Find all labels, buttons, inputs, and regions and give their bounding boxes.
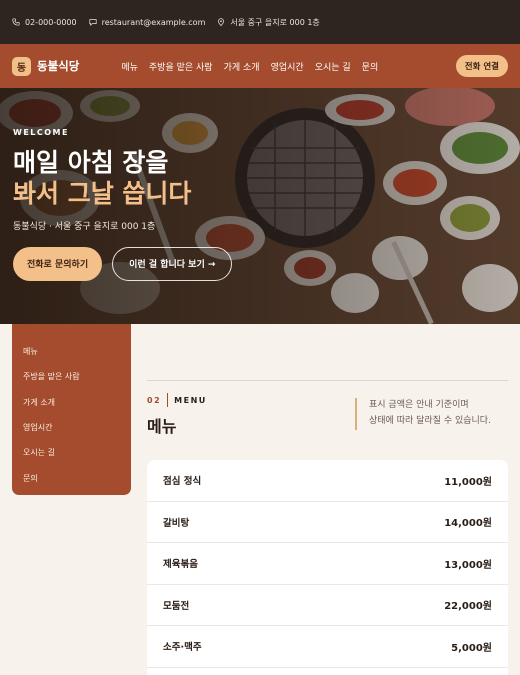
- menu-section-header: 02 MENU 메뉴: [147, 393, 207, 437]
- hero-section: WELCOME 매일 아침 장을 봐서 그날 씁니다 동불식당 · 서울 중구 …: [0, 88, 520, 324]
- menu-item-price: 22,000원: [444, 601, 492, 613]
- hero-title-line2: 봐서 그날 씁니다: [13, 179, 192, 209]
- hero-content: WELCOME 매일 아침 장을 봐서 그날 씁니다 동불식당 · 서울 중구 …: [13, 128, 233, 281]
- brand-name: 동불식당: [37, 59, 80, 73]
- nav-item-hours[interactable]: 영업시간: [271, 60, 304, 73]
- menu-item-name: 모둠전: [163, 600, 190, 612]
- menu-item-name: 소주·맥주: [163, 642, 202, 654]
- side-navigation: 메뉴 주방을 맡은 사람 가게 소개 영업시간 오시는 길 문의: [12, 324, 131, 495]
- phone-info[interactable]: 02-000-0000: [12, 18, 77, 27]
- menu-row: 갈비탕 14,000원: [147, 502, 508, 543]
- nav-item-contact[interactable]: 문의: [362, 60, 379, 73]
- label-separator: [167, 393, 169, 407]
- hero-buttons: 전화로 문의하기 이런 걸 합니다 보기 →: [13, 246, 233, 281]
- menu-row: 점심 정식 11,000원: [147, 460, 508, 502]
- hero-title-line1: 매일 아침 장을: [13, 148, 169, 177]
- section-divider: [147, 380, 508, 381]
- section-number: 02: [147, 395, 162, 405]
- nav-item-chef[interactable]: 주방을 맡은 사람: [149, 60, 213, 73]
- menu-item-name: 제육볶음: [163, 559, 198, 571]
- top-info-bar: 02-000-0000 restaurant@example.com 서울 중구…: [0, 0, 520, 44]
- price-note-line2: 상태에 따라 달라질 수 있습니다.: [369, 415, 491, 426]
- phone-text: 02-000-0000: [25, 17, 77, 27]
- section-label: 02 MENU: [147, 393, 207, 407]
- address-text: 서울 중구 을지로 000 1층: [230, 17, 320, 27]
- sidenav-item-contact[interactable]: 문의: [23, 465, 120, 490]
- price-note-line1: 표시 금액은 안내 기준이며: [369, 400, 469, 410]
- section-title: 메뉴: [147, 417, 177, 436]
- price-note: 표시 금액은 안내 기준이며 상태에 따라 달라질 수 있습니다.: [355, 398, 491, 430]
- nav-item-about[interactable]: 가게 소개: [224, 60, 260, 73]
- view-services-button[interactable]: 이런 걸 합니다 보기 →: [112, 246, 233, 281]
- email-text: restaurant@example.com: [101, 17, 206, 27]
- phone-icon: [12, 18, 20, 26]
- email-info[interactable]: restaurant@example.com: [89, 17, 206, 27]
- menu-row: 모둠전 22,000원: [147, 585, 508, 626]
- brand-logo[interactable]: 동 동불식당: [12, 56, 80, 76]
- menu-item-price: 5,000원: [451, 642, 492, 654]
- phone-inquiry-button[interactable]: 전화로 문의하기: [13, 246, 103, 281]
- sidenav-item-menu[interactable]: 메뉴: [23, 339, 120, 364]
- menu-item-name: 갈비탕: [163, 517, 190, 529]
- menu-row: 소주·맥주 5,000원: [147, 626, 508, 668]
- sidenav-item-hours[interactable]: 영업시간: [23, 415, 120, 440]
- menu-item-price: 11,000원: [444, 476, 492, 488]
- chat-icon: [89, 19, 97, 26]
- location-pin-icon: [218, 18, 225, 26]
- menu-row: 제육볶음 13,000원: [147, 543, 508, 585]
- brand-mark: 동: [12, 56, 31, 76]
- nav-menu: 메뉴 주방을 맡은 사람 가게 소개 영업시간 오시는 길 문의: [121, 60, 378, 73]
- menu-item-price: 13,000원: [444, 559, 492, 571]
- menu-item-name: 점심 정식: [163, 476, 202, 488]
- menu-item-price: 14,000원: [444, 518, 492, 530]
- call-button[interactable]: 전화 연결: [455, 55, 508, 77]
- sidenav-item-chef[interactable]: 주방을 맡은 사람: [23, 364, 120, 389]
- address-info: 서울 중구 을지로 000 1층: [217, 17, 320, 28]
- hero-eyebrow: WELCOME: [13, 128, 69, 137]
- sidenav-item-about[interactable]: 가게 소개: [23, 390, 120, 415]
- section-eyebrow: MENU: [174, 395, 207, 405]
- sidenav-item-directions[interactable]: 오시는 길: [23, 440, 120, 465]
- nav-item-directions[interactable]: 오시는 길: [315, 60, 351, 73]
- main-navigation: 동 동불식당 메뉴 주방을 맡은 사람 가게 소개 영업시간 오시는 길 문의 …: [0, 44, 520, 88]
- nav-item-menu[interactable]: 메뉴: [121, 60, 138, 73]
- hero-subtitle: 동불식당 · 서울 중구 을지로 000 1층: [13, 221, 156, 232]
- menu-list: 점심 정식 11,000원 갈비탕 14,000원 제육볶음 13,000원 모…: [147, 460, 508, 675]
